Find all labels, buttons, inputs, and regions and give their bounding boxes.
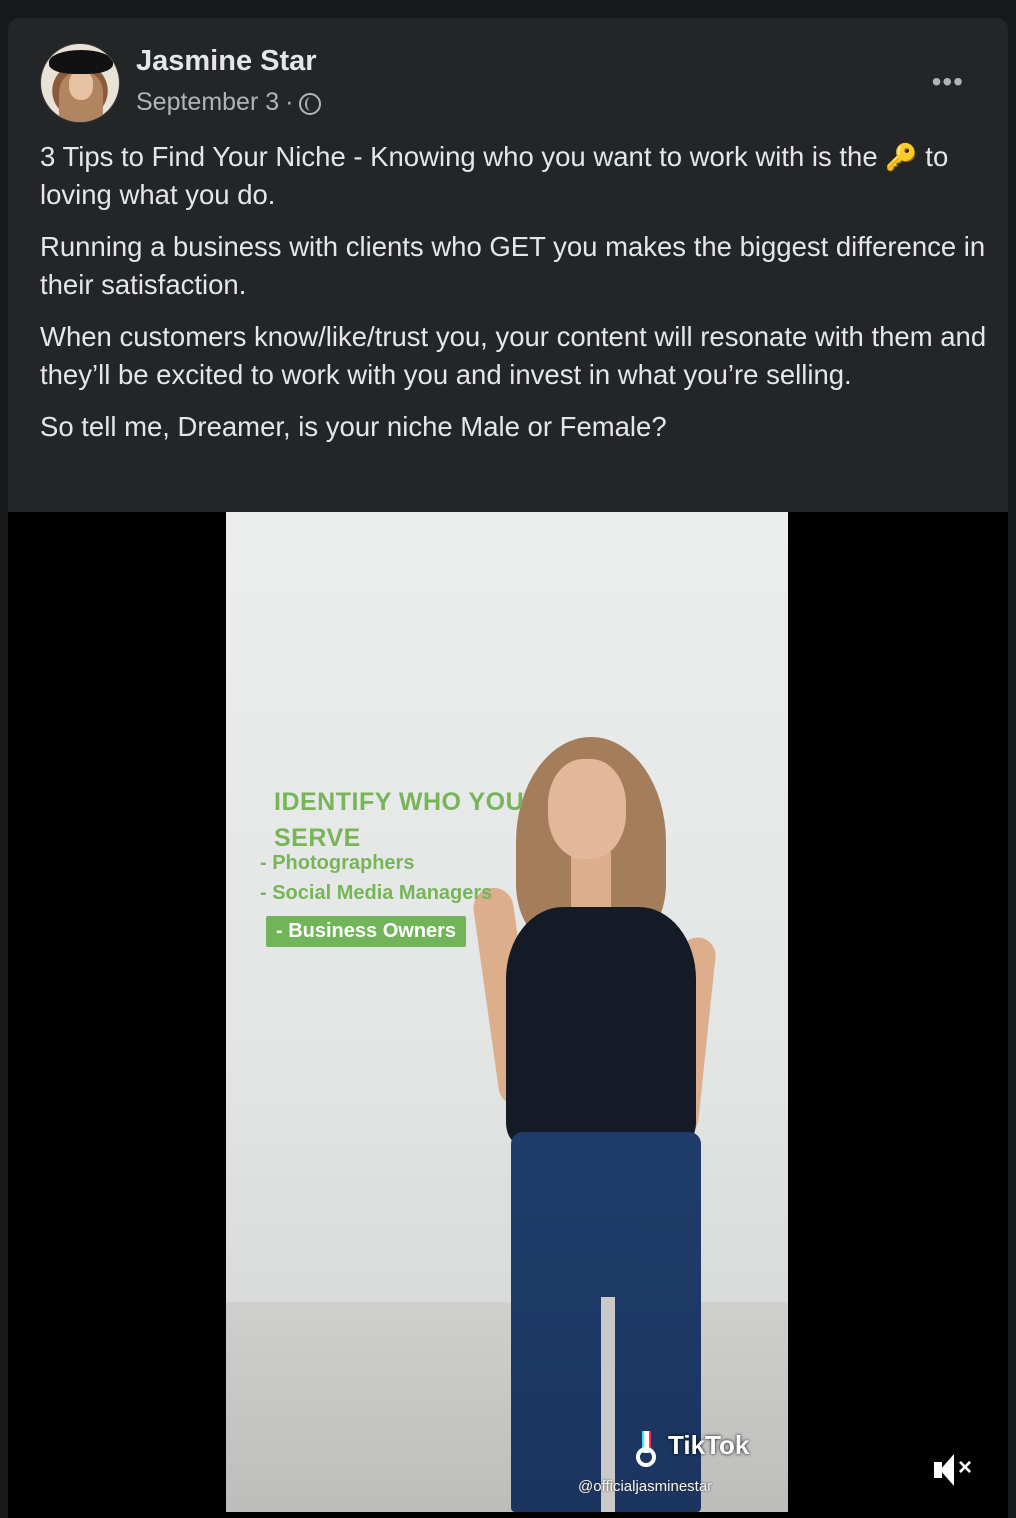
- post-header: Jasmine Star September 3 · •••: [8, 18, 1008, 128]
- video-player[interactable]: IDENTIFY WHO YOU SERVE - Photographers -…: [8, 512, 1008, 1518]
- post-date[interactable]: September 3: [136, 88, 279, 117]
- author-avatar[interactable]: [40, 43, 120, 123]
- video-overlay-title: IDENTIFY WHO YOU SERVE: [274, 788, 525, 852]
- video-overlay-item: - Social Media Managers: [260, 882, 493, 904]
- muted-speaker-icon[interactable]: ×: [928, 1450, 978, 1490]
- tiktok-handle: @officialjasminestar: [578, 1478, 713, 1495]
- more-options-icon[interactable]: •••: [932, 68, 964, 96]
- video-overlay-item-highlighted: - Business Owners: [266, 916, 467, 947]
- video-frame[interactable]: IDENTIFY WHO YOU SERVE - Photographers -…: [226, 512, 788, 1512]
- meta-separator: ·: [285, 88, 294, 116]
- author-name[interactable]: Jasmine Star: [136, 45, 317, 78]
- post-paragraph: So tell me, Dreamer, is your niche Male …: [40, 411, 667, 442]
- globe-icon[interactable]: [299, 92, 322, 115]
- paragraph-text: 3 Tips to Find Your Niche - Knowing who …: [40, 141, 886, 172]
- tiktok-icon: [636, 1430, 660, 1467]
- key-icon: 🔑: [885, 142, 918, 172]
- post-paragraph: Running a business with clients who GET …: [40, 231, 986, 300]
- post-paragraph: When customers know/like/trust you, your…: [40, 321, 987, 390]
- post-body: 3 Tips to Find Your Niche - Knowing who …: [40, 138, 990, 460]
- post-meta: September 3 ·: [136, 88, 322, 117]
- video-overlay-item: - Photographers: [260, 852, 415, 874]
- tiktok-brand: TikTok: [668, 1430, 750, 1460]
- post-paragraph: 3 Tips to Find Your Niche - Knowing who …: [40, 138, 990, 214]
- tiktok-watermark: TikTok: [636, 1430, 750, 1467]
- facebook-post: Jasmine Star September 3 · ••• 3 Tips to…: [8, 18, 1008, 1518]
